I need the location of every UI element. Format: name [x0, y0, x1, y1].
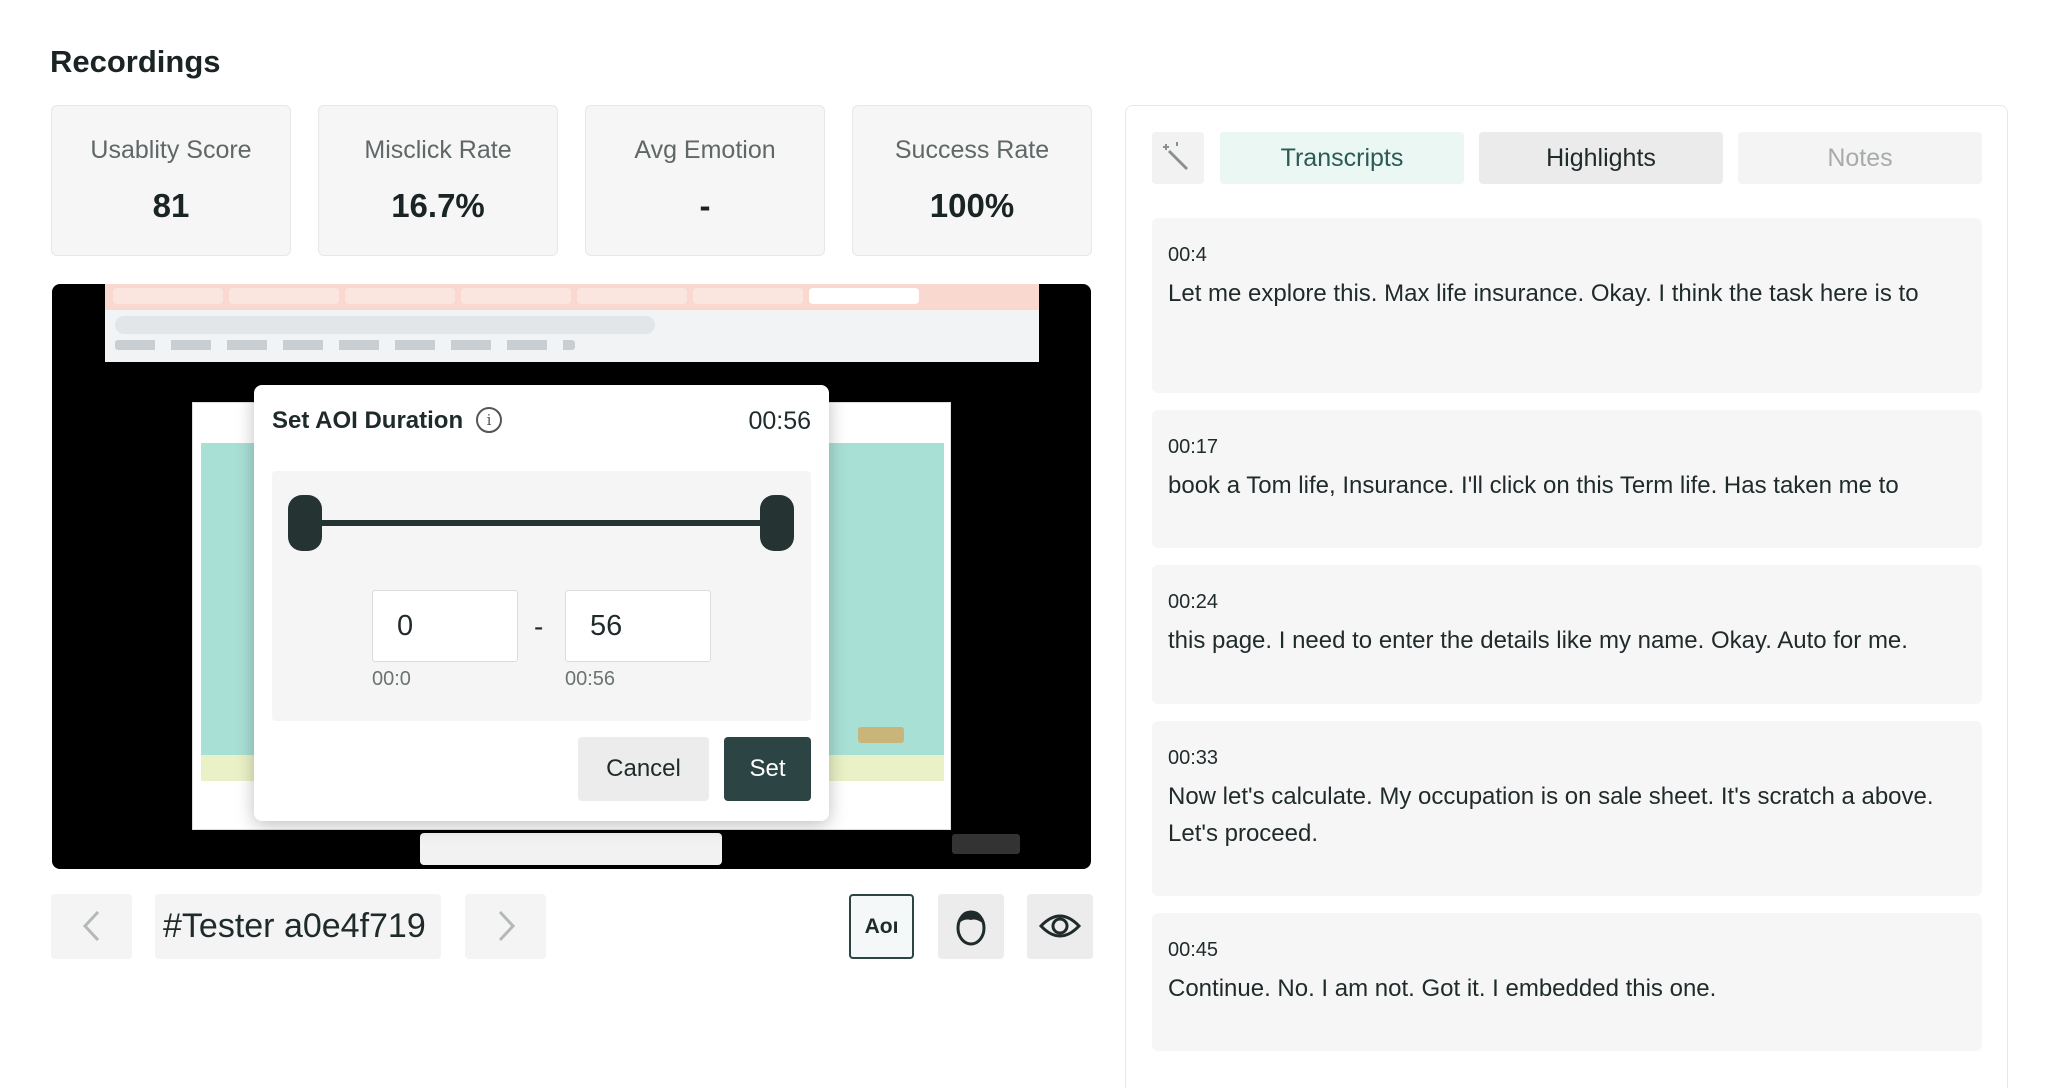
metric-label: Avg Emotion	[634, 136, 776, 164]
chevron-left-icon	[82, 910, 99, 942]
info-icon[interactable]: i	[476, 407, 502, 433]
tab-notes[interactable]: Notes	[1738, 132, 1982, 184]
aoi-end-input[interactable]: 56	[565, 590, 711, 662]
transcript-text: this page. I need to enter the details l…	[1168, 627, 1908, 654]
transcript-item[interactable]: 00:17 book a Tom life, Insurance. I'll c…	[1152, 410, 1982, 548]
eye-icon	[1038, 914, 1082, 938]
metric-card-usability-score: Usablity Score 81	[51, 105, 291, 256]
transcript-timestamp: 00:17	[1168, 436, 1219, 458]
aoi-start-time-label: 00:0	[372, 668, 411, 690]
transcript-item[interactable]: 00:4 Let me explore this. Max life insur…	[1152, 218, 1982, 393]
metric-card-avg-emotion: Avg Emotion -	[585, 105, 825, 256]
aoi-range-separator: -	[534, 611, 544, 642]
metric-value: -	[699, 187, 711, 224]
magic-wand-icon	[1163, 142, 1189, 171]
recorded-address-bar	[115, 316, 655, 334]
metric-label: Misclick Rate	[364, 136, 512, 164]
page-title: Recordings	[50, 44, 221, 79]
aoi-range-panel: 0 - 56 00:0 00:56	[272, 471, 811, 721]
insights-panel: Transcripts Highlights Notes 00:4 Let me…	[1125, 105, 2008, 1088]
recorded-skip-button	[952, 834, 1020, 854]
metric-card-success-rate: Success Rate 100%	[852, 105, 1092, 256]
next-tester-button[interactable]	[465, 894, 546, 959]
emotion-toggle-button[interactable]	[938, 894, 1004, 959]
recorded-screen-share-bar	[420, 833, 722, 865]
aoi-range-start-handle[interactable]	[288, 495, 322, 551]
aoi-dialog-title: Set AOI Duration	[272, 407, 464, 434]
transcript-text: Now let's calculate. My occupation is on…	[1168, 783, 1934, 847]
aoi-toggle-button[interactable]: Aoı	[849, 894, 914, 959]
transcript-timestamp: 00:45	[1168, 939, 1219, 961]
recorded-browser-chrome	[105, 284, 1039, 362]
set-button[interactable]: Set	[724, 737, 811, 801]
metric-card-misclick-rate: Misclick Rate 16.7%	[318, 105, 558, 256]
transcript-text: book a Tom life, Insurance. I'll click o…	[1168, 472, 1899, 499]
transcript-timestamp: 00:24	[1168, 591, 1219, 613]
transcript-timestamp: 00:4	[1168, 244, 1207, 266]
metric-label: Success Rate	[894, 136, 1050, 164]
metric-value: 16.7%	[391, 187, 485, 224]
transcript-text: Let me explore this. Max life insurance.…	[1168, 280, 1919, 307]
tab-highlights[interactable]: Highlights	[1479, 132, 1723, 184]
transcript-list: 00:4 Let me explore this. Max life insur…	[1152, 218, 1982, 1068]
tester-id: #Tester a0e4f719	[155, 894, 441, 959]
tab-transcripts[interactable]: Transcripts	[1220, 132, 1464, 184]
transcript-item[interactable]: 00:45 Continue. No. I am not. Got it. I …	[1152, 913, 1982, 1051]
aoi-range-slider-track[interactable]	[306, 520, 776, 526]
aoi-total-time: 00:56	[748, 407, 811, 435]
transcript-text: Continue. No. I am not. Got it. I embedd…	[1168, 975, 1717, 1002]
recorded-bookmarks-bar	[115, 340, 575, 350]
aoi-range-end-handle[interactable]	[760, 495, 794, 551]
face-icon	[956, 910, 986, 946]
previous-tester-button[interactable]	[51, 894, 132, 959]
aoi-start-input[interactable]: 0	[372, 590, 518, 662]
magic-wand-button[interactable]	[1152, 132, 1204, 184]
chevron-right-icon	[498, 910, 515, 942]
aoi-end-time-label: 00:56	[565, 668, 616, 690]
metric-value: 100%	[929, 187, 1015, 224]
transcript-item[interactable]: 00:24 this page. I need to enter the det…	[1152, 565, 1982, 704]
metric-label: Usablity Score	[90, 136, 252, 164]
recorded-browser-tabs	[105, 284, 1039, 310]
transcript-timestamp: 00:33	[1168, 747, 1219, 769]
cancel-button[interactable]: Cancel	[578, 737, 709, 801]
recording-video-player[interactable]: Set AOI Duration i 00:56 0 - 56 00:0 00:…	[52, 284, 1091, 869]
metric-value: 81	[152, 187, 190, 224]
aoi-duration-dialog: Set AOI Duration i 00:56 0 - 56 00:0 00:…	[254, 385, 829, 821]
transcript-item[interactable]: 00:33 Now let's calculate. My occupation…	[1152, 721, 1982, 896]
gaze-toggle-button[interactable]	[1027, 894, 1093, 959]
